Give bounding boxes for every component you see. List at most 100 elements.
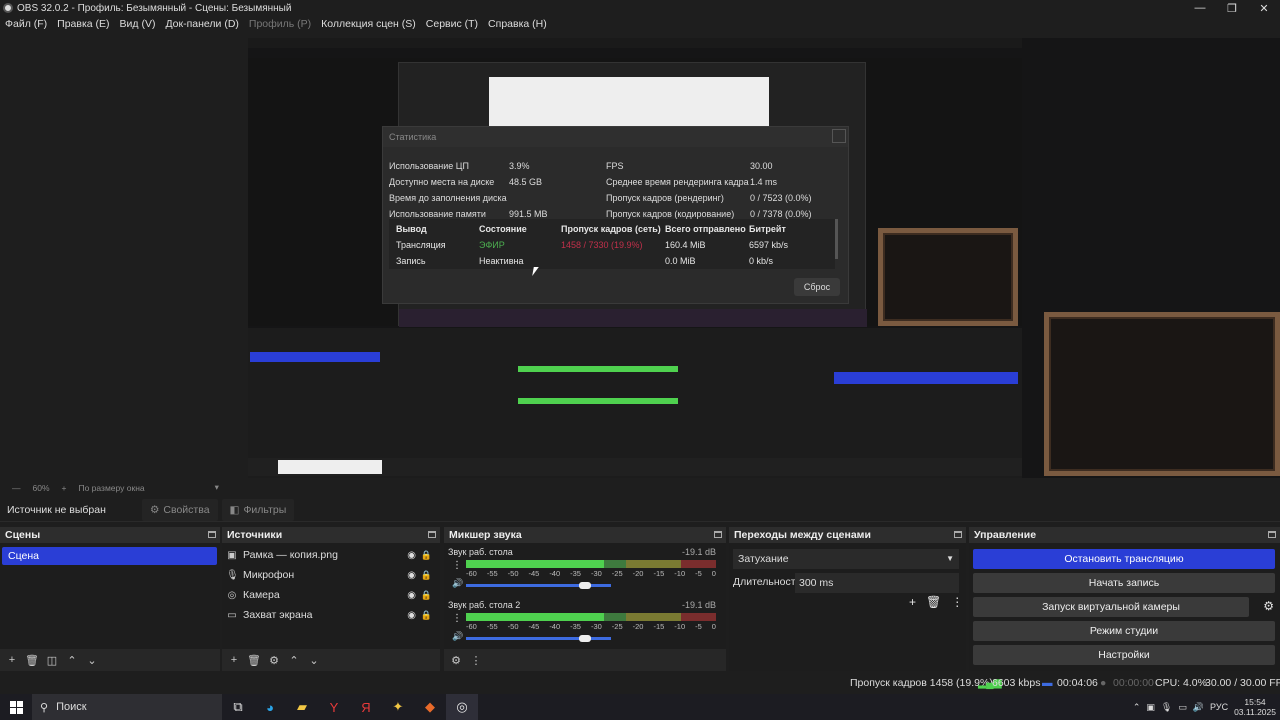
volume-slider[interactable]	[466, 635, 611, 642]
volume-slider-handle[interactable]	[578, 635, 591, 642]
arrow-up-icon[interactable]: ⌃	[63, 654, 81, 667]
trash-icon[interactable]: 🗑	[245, 654, 263, 667]
frame-image	[878, 228, 1018, 326]
settings-button[interactable]: Настройки	[973, 645, 1275, 665]
channel-name: Звук раб. стола	[448, 547, 513, 557]
edge-icon[interactable]: ◕	[254, 694, 286, 720]
menu-docks[interactable]: Док-панели (D)	[160, 18, 243, 30]
undock-icon[interactable]	[714, 531, 722, 538]
eye-icon[interactable]: ◉	[407, 610, 416, 621]
arrow-down-icon[interactable]: ⌄	[83, 654, 101, 667]
obs-taskbar-icon[interactable]: ◎	[446, 694, 478, 720]
trash-icon[interactable]: 🗑	[23, 654, 41, 667]
menu-tools[interactable]: Сервис (T)	[421, 18, 483, 30]
mixer-channel: Звук раб. стола -19.1 dB ⋮ -60 -55 -50 -45-…	[448, 547, 718, 589]
lock-icon[interactable]: 🔒	[421, 550, 432, 561]
zoom-out-button[interactable]: —	[12, 483, 21, 493]
source-item[interactable]: ▭ Захват экрана ◉ 🔒	[226, 606, 436, 624]
eye-icon[interactable]: ◉	[407, 550, 416, 561]
filter-icon[interactable]: ◫	[43, 654, 61, 667]
advanced-audio-icon[interactable]: ⚙	[447, 654, 465, 667]
kebab-menu-icon[interactable]: ⋮	[452, 613, 462, 624]
arrow-down-icon[interactable]: ⌄	[305, 654, 323, 667]
speaker-icon[interactable]: 🔊	[452, 578, 463, 589]
dropped-frames-status: Пропуск кадров 1458 (19.9%)	[850, 677, 993, 689]
volume-slider[interactable]	[466, 582, 611, 589]
microphone-icon[interactable]: 🎙	[1161, 702, 1172, 713]
nested-stop-button	[834, 372, 1018, 384]
windows-logo-icon	[9, 700, 23, 714]
menu-scene-collection[interactable]: Коллекция сцен (S)	[316, 18, 421, 30]
reset-button[interactable]: Сброс	[794, 278, 840, 296]
kebab-menu-icon[interactable]: ⋮	[467, 654, 485, 667]
kebab-menu-icon[interactable]: ⋮	[452, 560, 462, 571]
taskbar-search[interactable]: ⚲ Поиск	[32, 694, 222, 720]
volume-slider-handle[interactable]	[578, 582, 591, 589]
properties-button[interactable]: ⚙ Свойства	[142, 498, 218, 521]
duration-label: Длительность	[733, 576, 802, 588]
source-item[interactable]: ▣ Рамка — копия.png ◉ 🔒	[226, 546, 436, 564]
source-item[interactable]: ◎ Камера ◉ 🔒	[226, 586, 436, 604]
language-indicator[interactable]: РУС	[1210, 702, 1228, 712]
menu-help[interactable]: Справка (H)	[483, 18, 552, 30]
app-icon[interactable]: ✦	[382, 694, 414, 720]
nested-meter-2	[518, 398, 678, 404]
eye-icon[interactable]: ◉	[407, 570, 416, 581]
trash-icon[interactable]: 🗑	[926, 595, 941, 609]
lock-icon[interactable]: 🔒	[421, 610, 432, 621]
kebab-menu-icon[interactable]: ⋮	[951, 595, 963, 609]
network-icon[interactable]: ▭	[1178, 702, 1187, 713]
source-label: Камера	[243, 589, 280, 601]
file-explorer-icon[interactable]: ▰	[286, 694, 318, 720]
zoom-fit-select[interactable]: По размеру окна	[78, 483, 144, 493]
add-icon[interactable]: +	[3, 654, 21, 666]
tray-app-icon[interactable]: ▣	[1146, 702, 1155, 713]
output-sent-record: 0.0 MiB	[665, 256, 696, 266]
task-view-icon[interactable]: ⧉	[222, 694, 254, 720]
speaker-icon[interactable]: 🔊	[452, 631, 463, 642]
lock-icon[interactable]: 🔒	[421, 570, 432, 581]
add-icon[interactable]: +	[225, 654, 243, 666]
undock-icon[interactable]	[1268, 531, 1276, 538]
brave-icon[interactable]: ◆	[414, 694, 446, 720]
level-meter-fill	[466, 560, 604, 568]
close-button[interactable]: ✕	[1248, 0, 1280, 16]
scene-item[interactable]: Сцена	[2, 547, 217, 565]
menu-edit[interactable]: Правка (E)	[52, 18, 114, 30]
lock-icon[interactable]: 🔒	[421, 590, 432, 601]
zoom-in-button[interactable]: +	[62, 483, 67, 493]
start-recording-button[interactable]: Начать запись	[973, 573, 1275, 593]
filters-button[interactable]: ◧ Фильтры	[221, 498, 295, 521]
arrow-up-icon[interactable]: ⌃	[285, 654, 303, 667]
chevron-down-icon[interactable]: ▾	[215, 482, 219, 493]
gear-icon[interactable]: ⚙	[1263, 599, 1274, 613]
undock-icon[interactable]	[208, 531, 216, 538]
eye-icon[interactable]: ◉	[407, 590, 416, 601]
transition-select[interactable]: Затухание ▼	[733, 549, 959, 569]
source-label: Рамка — копия.png	[243, 549, 338, 561]
menu-file[interactable]: Файл (F)	[0, 18, 52, 30]
yandex-browser-icon[interactable]: Y	[318, 694, 350, 720]
volume-icon[interactable]: 🔊	[1193, 702, 1204, 713]
undock-icon[interactable]	[428, 531, 436, 538]
meter-tick-label: -15	[653, 622, 665, 631]
system-tray: ⌃ ▣ 🎙 ▭ 🔊 РУС 15:54 03.11.2025	[1133, 694, 1276, 720]
minimize-button[interactable]: —	[1184, 0, 1216, 16]
gear-icon[interactable]: ⚙	[265, 654, 283, 667]
start-virtual-camera-button[interactable]: Запуск виртуальной камеры	[973, 597, 1249, 617]
clock[interactable]: 15:54 03.11.2025	[1234, 697, 1276, 717]
outputs-scrollbar[interactable]	[835, 219, 838, 259]
menu-view[interactable]: Вид (V)	[115, 18, 161, 30]
studio-mode-button[interactable]: Режим студии	[973, 621, 1275, 641]
duration-input[interactable]: 300 ms	[795, 573, 959, 593]
source-item[interactable]: 🎙 Микрофон ◉ 🔒	[226, 566, 436, 584]
stop-streaming-button[interactable]: Остановить трансляцию	[973, 549, 1275, 569]
stats-dialog-close-button[interactable]	[832, 129, 846, 143]
yandex-icon[interactable]: Я	[350, 694, 382, 720]
outputs-header-output: Вывод	[396, 224, 427, 234]
undock-icon[interactable]	[954, 531, 962, 538]
chevron-up-icon[interactable]: ⌃	[1133, 702, 1141, 713]
windows-start-button[interactable]	[0, 694, 32, 720]
restore-button[interactable]: ❐	[1216, 0, 1248, 16]
add-icon[interactable]: +	[909, 595, 916, 609]
